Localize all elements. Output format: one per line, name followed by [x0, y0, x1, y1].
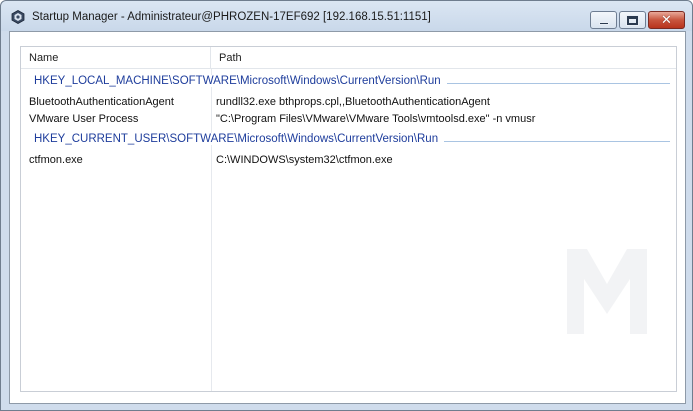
list-item[interactable]: VMware User Process "C:\Program Files\VM…	[21, 110, 676, 128]
entry-path: C:\WINDOWS\system32\ctfmon.exe	[216, 154, 393, 166]
list-header: Name Path	[21, 47, 676, 69]
minimize-icon	[598, 21, 609, 25]
window-client-area: Name Path HKEY_LOCAL_MACHINE\SOFTWARE\Mi…	[9, 31, 686, 404]
column-header-path[interactable]: Path	[211, 47, 676, 69]
entry-name: ctfmon.exe	[29, 154, 83, 166]
group-header-divider	[447, 83, 670, 84]
list-item[interactable]: ctfmon.exe C:\WINDOWS\system32\ctfmon.ex…	[21, 151, 676, 169]
group-header-label: HKEY_CURRENT_USER\SOFTWARE\Microsoft\Win…	[34, 133, 443, 145]
maximize-button[interactable]	[619, 11, 646, 29]
entry-name: BluetoothAuthenticationAgent	[29, 96, 174, 108]
group-header-hkcu-run[interactable]: HKEY_CURRENT_USER\SOFTWARE\Microsoft\Win…	[21, 132, 676, 150]
close-icon: ✕	[661, 12, 672, 28]
title-bar[interactable]: Startup Manager - Administrateur@PHROZEN…	[1, 1, 692, 31]
entry-path: "C:\Program Files\VMware\VMware Tools\vm…	[216, 113, 536, 125]
group-header-hklm-run[interactable]: HKEY_LOCAL_MACHINE\SOFTWARE\Microsoft\Wi…	[21, 74, 676, 92]
window-title: Startup Manager - Administrateur@PHROZEN…	[32, 11, 431, 23]
entry-name: VMware User Process	[29, 113, 139, 125]
group-header-label: HKEY_LOCAL_MACHINE\SOFTWARE\Microsoft\Wi…	[34, 75, 445, 87]
minimize-button[interactable]	[590, 11, 617, 29]
startup-list-view[interactable]: Name Path HKEY_LOCAL_MACHINE\SOFTWARE\Mi…	[20, 46, 677, 392]
group-header-divider	[444, 141, 670, 142]
app-window: Startup Manager - Administrateur@PHROZEN…	[0, 0, 693, 411]
watermark-logo-icon	[567, 249, 647, 334]
column-header-name[interactable]: Name	[21, 47, 211, 69]
list-item[interactable]: BluetoothAuthenticationAgent rundll32.ex…	[21, 93, 676, 111]
startup-manager-app-icon	[11, 10, 25, 24]
entry-path: rundll32.exe bthprops.cpl,,BluetoothAuth…	[216, 96, 490, 108]
close-button[interactable]: ✕	[648, 11, 685, 29]
maximize-icon	[626, 14, 639, 26]
